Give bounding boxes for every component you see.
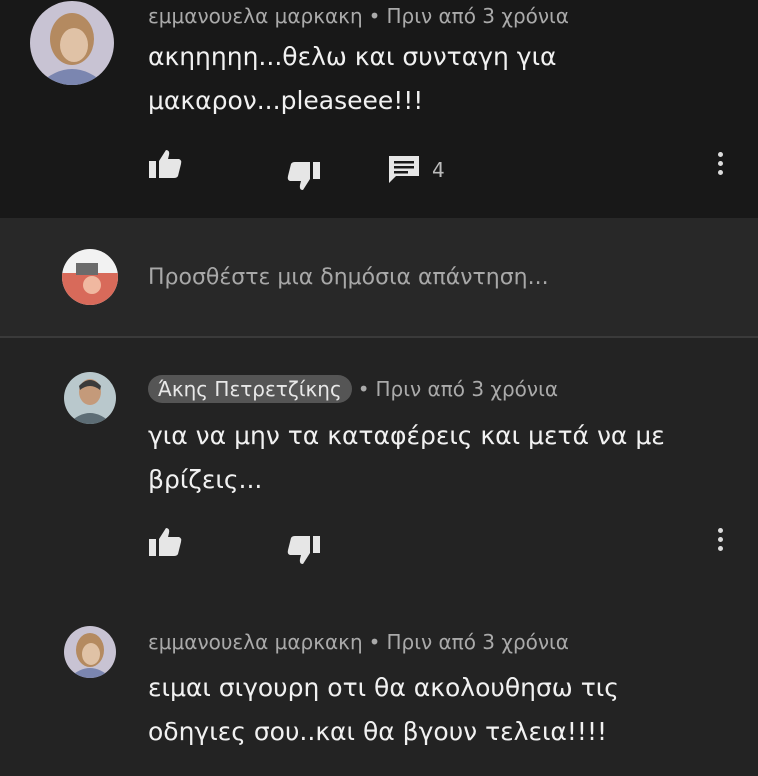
separator: • [368,630,381,654]
reply-input[interactable]: Προσθέστε μια δημόσια απάντηση... [148,265,549,290]
comment-text-line: ακηηηηη...θελω και συνταγη για [148,42,557,71]
comment-text: ειμαι σιγουρη οτι θα ακολουθησω τις οδηγ… [148,666,619,754]
timestamp[interactable]: Πριν από 3 χρόνια [386,4,569,28]
thumbs-down-icon[interactable] [287,160,321,196]
comment-text: για να μην τα καταφέρεις και μετά να με … [148,414,665,502]
separator: • [368,4,381,28]
separator: • [357,377,370,401]
comment-meta: Άκης Πετρετζίκης • Πριν από 3 χρόνια [148,375,558,403]
reply-count[interactable]: 4 [432,158,445,182]
author-name: Άκης Πετρετζίκης [158,377,342,401]
avatar [62,249,118,305]
comment-text-line: μακαρον...pleaseee!!! [148,86,424,115]
thumbs-up-icon[interactable] [148,526,182,562]
creator-badge[interactable]: Άκης Πετρετζίκης [148,375,352,403]
comment-text-line: για να μην τα καταφέρεις και μετά να με [148,421,665,450]
comment-text-line: ειμαι σιγουρη οτι θα ακολουθησω τις [148,673,619,702]
avatar[interactable] [64,372,116,424]
more-vertical-icon[interactable] [718,528,726,555]
comment-meta: εμμανουελα μαρκακη • Πριν από 3 χρόνια [148,4,569,28]
reply-input-placeholder: Προσθέστε μια δημόσια απάντηση... [148,265,549,290]
author-name[interactable]: εμμανουελα μαρκακη [148,4,363,28]
timestamp[interactable]: Πριν από 3 χρόνια [386,630,569,654]
comment-text: ακηηηηη...θελω και συνταγη για μακαρον..… [148,35,557,123]
author-name[interactable]: εμμανουελα μαρκακη [148,630,363,654]
avatar[interactable] [30,1,114,85]
more-vertical-icon[interactable] [718,152,726,179]
comment-meta: εμμανουελα μαρκακη • Πριν από 3 χρόνια [148,630,569,654]
comment-text-line: βρίζεις... [148,465,263,494]
thumbs-down-icon[interactable] [287,534,321,570]
timestamp[interactable]: Πριν από 3 χρόνια [376,377,559,401]
avatar[interactable] [64,626,116,678]
reply-icon[interactable] [388,155,420,189]
thumbs-up-icon[interactable] [148,148,182,184]
comment-text-line: οδηγιες σου..και θα βγουν τελεια!!!! [148,717,607,746]
